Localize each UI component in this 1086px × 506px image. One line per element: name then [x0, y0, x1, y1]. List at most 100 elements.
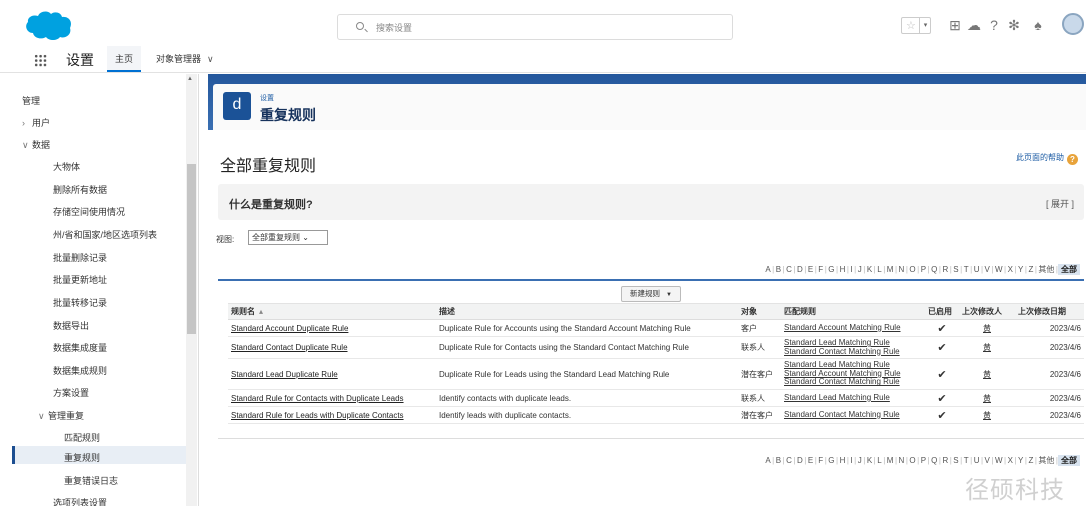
help-icon[interactable]: ?	[986, 17, 1002, 33]
matching-rule-link[interactable]: Standard Lead Matching Rule	[784, 393, 922, 402]
alpha-filter-link[interactable]: Z	[1027, 456, 1035, 465]
alpha-filter-link[interactable]: Y	[1017, 265, 1025, 274]
sidebar-item-state-country-picklists[interactable]: 州/省和国家/地区选项列表	[53, 228, 157, 241]
sidebar-item-storage-usage[interactable]: 存储空间使用情况	[53, 205, 125, 218]
matching-rule-link[interactable]: Standard Contact Matching Rule	[784, 377, 922, 386]
last-modified-by-link[interactable]: 黄	[959, 336, 1015, 359]
alpha-filter-link[interactable]: D	[796, 265, 805, 274]
alpha-filter-link[interactable]: 其他	[1037, 265, 1056, 274]
alpha-filter-link[interactable]: R	[941, 456, 950, 465]
sidebar-item-duplicate-rules[interactable]: 重复规则	[64, 451, 100, 464]
rule-name-link[interactable]: Standard Rule for Leads with Duplicate C…	[228, 406, 436, 424]
rule-name-link[interactable]: Standard Lead Duplicate Rule	[228, 358, 436, 390]
global-actions-icon[interactable]: ⊞	[947, 17, 963, 33]
sidebar-item-schema-settings[interactable]: 方案设置	[53, 386, 89, 399]
help-for-this-page-link[interactable]: 此页面的帮助?	[1016, 152, 1078, 165]
favorites-button[interactable]: ☆ ▾	[901, 17, 931, 34]
alpha-filter-link[interactable]: B	[774, 265, 782, 274]
alpha-filter-link[interactable]: U	[972, 265, 981, 274]
alpha-filter-link[interactable]: N	[897, 265, 906, 274]
alpha-filter-link[interactable]: Y	[1017, 456, 1025, 465]
alpha-filter-link[interactable]: S	[952, 265, 960, 274]
gear-icon[interactable]: ✻	[1006, 17, 1022, 33]
alpha-filter-link[interactable]: G	[827, 265, 836, 274]
alpha-filter-link[interactable]: U	[972, 456, 981, 465]
scroll-up-arrow-icon[interactable]: ▲	[187, 76, 193, 82]
breadcrumb[interactable]: 设置	[260, 93, 274, 103]
sidebar-item-duplicate-error-logs[interactable]: 重复错误日志	[64, 474, 118, 487]
sidebar-item-matching-rules[interactable]: 匹配规则	[64, 431, 100, 444]
sidebar-item-data-integration-rules[interactable]: 数据集成规则	[53, 364, 107, 377]
alpha-filter-link[interactable]: Q	[930, 456, 939, 465]
chevron-right-icon[interactable]: ›	[22, 118, 32, 128]
column-header-rule-name[interactable]: 规则名 ▴	[228, 303, 436, 320]
column-header-last-modified-date[interactable]: 上次修改日期	[1015, 303, 1084, 320]
sidebar-item-data-integration-metrics[interactable]: 数据集成度量	[53, 341, 107, 354]
alpha-filter-link[interactable]: 全部	[1058, 264, 1080, 275]
alpha-filter-link[interactable]: M	[885, 265, 895, 274]
alpha-filter-link[interactable]: T	[962, 265, 970, 274]
matching-rule-link[interactable]: Standard Contact Matching Rule	[784, 410, 922, 419]
chevron-down-icon[interactable]: ▾	[919, 18, 931, 33]
alpha-filter-link[interactable]: B	[774, 456, 782, 465]
last-modified-by-link[interactable]: 黄	[959, 406, 1015, 424]
alpha-filter-link[interactable]: Z	[1027, 265, 1035, 274]
column-header-last-modified-by[interactable]: 上次修改人	[959, 303, 1015, 320]
app-launcher-icon[interactable]	[34, 54, 47, 67]
alpha-filter-link[interactable]: M	[885, 456, 895, 465]
sidebar-item-mass-transfer-records[interactable]: 批量转移记录	[53, 296, 107, 309]
alpha-filter-link[interactable]: H	[838, 265, 847, 274]
sidebar-item-big-objects[interactable]: 大物体	[53, 160, 80, 173]
sidebar-item-data-export[interactable]: 数据导出	[53, 319, 89, 332]
alpha-filter-link[interactable]: T	[962, 456, 970, 465]
alpha-filter-link[interactable]: W	[993, 265, 1004, 274]
alpha-filter-link[interactable]: 其他	[1037, 456, 1056, 465]
rule-name-link[interactable]: Standard Rule for Contacts with Duplicat…	[228, 389, 436, 407]
chevron-down-icon[interactable]: ∨	[22, 140, 32, 151]
search-input[interactable]	[376, 21, 676, 35]
sidebar-scrollbar-thumb[interactable]	[187, 164, 196, 334]
alpha-filter-link[interactable]: E	[806, 265, 814, 274]
matching-rule-link[interactable]: Standard Contact Matching Rule	[784, 347, 922, 356]
alpha-filter-link[interactable]: W	[993, 456, 1004, 465]
alpha-filter-link[interactable]: R	[941, 265, 950, 274]
chevron-down-icon[interactable]: ∨	[207, 54, 214, 64]
alpha-filter-link[interactable]: G	[827, 456, 836, 465]
alpha-filter-link[interactable]: A	[764, 456, 772, 465]
matching-rule-link[interactable]: Standard Account Matching Rule	[784, 323, 922, 332]
sidebar-item-delete-all-data[interactable]: 删除所有数据	[53, 183, 107, 196]
sidebar-item-mass-update-addresses[interactable]: 批量更新地址	[53, 273, 107, 286]
user-avatar[interactable]	[1062, 13, 1084, 35]
alpha-filter-link[interactable]: K	[865, 265, 873, 274]
alpha-filter-link[interactable]: P	[919, 265, 927, 274]
alpha-filter-link[interactable]: O	[908, 456, 917, 465]
view-select[interactable]: 全部重复规则 ⌄	[248, 230, 328, 245]
setup-search-box[interactable]	[337, 14, 733, 40]
last-modified-by-link[interactable]: 黄	[959, 389, 1015, 407]
new-rule-button[interactable]: 新建规则 ▼	[621, 286, 681, 302]
alpha-filter-link[interactable]: A	[764, 265, 772, 274]
column-header-active[interactable]: 已启用	[925, 303, 959, 320]
sidebar-item-users[interactable]: › 用户	[22, 116, 50, 129]
alpha-filter-link[interactable]: S	[952, 456, 960, 465]
alpha-filter-link[interactable]: F	[817, 456, 825, 465]
sidebar-item-data[interactable]: ∨ 数据	[22, 138, 50, 151]
alpha-filter-link[interactable]: D	[796, 456, 805, 465]
alpha-filter-link[interactable]: P	[919, 456, 927, 465]
rule-name-link[interactable]: Standard Account Duplicate Rule	[228, 319, 436, 337]
alpha-filter-link[interactable]: N	[897, 456, 906, 465]
alpha-filter-link[interactable]: K	[865, 456, 873, 465]
column-header-object[interactable]: 对象	[738, 303, 781, 320]
alpha-filter-link[interactable]: Q	[930, 265, 939, 274]
salesforce-logo[interactable]	[24, 9, 74, 41]
tab-object-manager[interactable]: 对象管理器 ∨	[148, 46, 222, 72]
alpha-filter-link[interactable]: 全部	[1058, 455, 1080, 466]
alpha-filter-link[interactable]: F	[817, 265, 825, 274]
notification-bell-icon[interactable]: ♠	[1030, 17, 1046, 33]
alpha-filter-link[interactable]: H	[838, 456, 847, 465]
guidance-center-icon[interactable]: ☁	[966, 17, 982, 33]
sidebar-item-mass-delete-records[interactable]: 批量删除记录	[53, 251, 107, 264]
expand-link[interactable]: [ 展开 ]	[1046, 197, 1074, 210]
rule-name-link[interactable]: Standard Contact Duplicate Rule	[228, 336, 436, 359]
column-header-matching-rules[interactable]: 匹配规则	[781, 303, 925, 320]
